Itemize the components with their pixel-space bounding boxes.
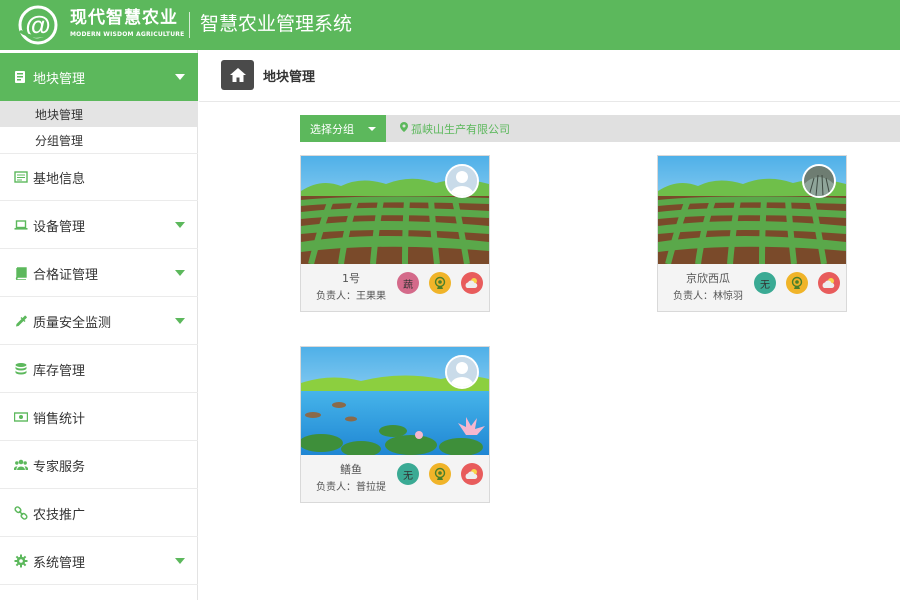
sidebar-item-inventory[interactable]: 库存管理: [0, 346, 198, 393]
book-icon: [14, 266, 28, 280]
app-header: @ 现代智慧农业 MODERN WISDOM AGRICULTURE 智慧农业管…: [0, 0, 900, 50]
gear-icon: [14, 554, 28, 568]
chevron-down-icon: [175, 558, 185, 564]
sidebar-item-label: 基地信息: [33, 171, 86, 187]
home-icon: [229, 68, 246, 82]
sidebar-item-label: 专家服务: [33, 459, 86, 475]
plot-name: 1号: [342, 272, 360, 285]
laptop-icon: [14, 218, 28, 232]
plot-card[interactable]: 京欣西瓜 负责人：林惊羽 无: [657, 155, 847, 312]
divider: [199, 101, 900, 102]
card-footer: 1号 负责人：王果果 蔬: [301, 264, 489, 311]
sub-item-plot-management[interactable]: 地块管理: [0, 101, 198, 127]
sidebar-item-certificate[interactable]: 合格证管理: [0, 250, 198, 297]
sidebar-item-plot-management[interactable]: 地块管理: [0, 53, 198, 101]
plot-card[interactable]: 1号 负责人：王果果 蔬: [300, 155, 490, 312]
chevron-down-icon: [175, 74, 185, 80]
card-footer: 京欣西瓜 负责人：林惊羽 无: [658, 264, 846, 311]
database-icon: [14, 362, 28, 376]
category-badge[interactable]: 无: [754, 272, 776, 294]
users-icon: [14, 458, 28, 472]
camera-icon[interactable]: [429, 463, 451, 485]
avatar: [445, 355, 479, 389]
sidebar-item-label: 合格证管理: [33, 267, 99, 283]
sidebar-item-label: 销售统计: [33, 411, 86, 427]
sidebar-item-label: 库存管理: [33, 363, 86, 379]
sidebar-item-label: 质量安全监测: [33, 315, 112, 331]
sidebar-item-expert[interactable]: 专家服务: [0, 442, 198, 489]
plot-name: 京欣西瓜: [686, 272, 730, 285]
category-badge[interactable]: 蔬: [397, 272, 419, 294]
dropper-icon: [14, 314, 28, 328]
sidebar-item-label: 农技推广: [33, 507, 86, 523]
chevron-down-icon: [175, 270, 185, 276]
plot-owner: 负责人：林惊羽: [673, 291, 743, 302]
company-name: 孤峡山生产有限公司: [411, 122, 510, 136]
map-marker-icon: [400, 122, 408, 135]
header-divider: [189, 12, 190, 38]
page-title: 地块管理: [263, 69, 316, 85]
home-button[interactable]: [221, 60, 254, 90]
sidebar: 地块管理 地块管理 分组管理 基地信息 设备管理 合格证管理 质量安全监测 库存…: [0, 50, 198, 600]
logo-cn: 现代智慧农业: [70, 8, 178, 28]
sidebar-item-device[interactable]: 设备管理: [0, 202, 198, 249]
sidebar-item-label: 系统管理: [33, 555, 86, 571]
company-link[interactable]: 孤峡山生产有限公司: [400, 115, 510, 142]
sidebar-item-system[interactable]: 系统管理: [0, 538, 198, 585]
plot-name: 鳝鱼: [340, 463, 362, 476]
chevron-down-icon: [175, 222, 185, 228]
plot-icon: [13, 70, 27, 84]
category-badge[interactable]: 无: [397, 463, 419, 485]
sidebar-item-label: 地块管理: [33, 71, 86, 87]
plot-owner: 负责人：王果果: [316, 291, 386, 302]
plot-owner: 负责人：普拉提: [316, 482, 386, 493]
card-footer: 鳝鱼 负责人：普拉提 无: [301, 455, 489, 502]
weather-icon[interactable]: [461, 463, 483, 485]
link-icon: [14, 506, 28, 520]
sub-item-group-management[interactable]: 分组管理: [0, 127, 198, 153]
select-group-dropdown[interactable]: 选择分组: [300, 115, 386, 142]
logo-icon: @: [16, 5, 60, 45]
sidebar-item-label: 设备管理: [33, 219, 86, 235]
camera-icon[interactable]: [429, 272, 451, 294]
sidebar-item-quality[interactable]: 质量安全监测: [0, 298, 198, 345]
page-header: 地块管理: [221, 60, 315, 90]
base-info-icon: [14, 170, 28, 184]
avatar: [802, 164, 836, 198]
camera-icon[interactable]: [786, 272, 808, 294]
sidebar-item-sales[interactable]: 销售统计: [0, 394, 198, 441]
logo-en: MODERN WISDOM AGRICULTURE: [70, 31, 185, 38]
sidebar-item-extension[interactable]: 农技推广: [0, 490, 198, 537]
chevron-down-icon: [368, 126, 376, 131]
plot-card[interactable]: 鳝鱼 负责人：普拉提 无: [300, 346, 490, 503]
avatar: [445, 164, 479, 198]
chevron-down-icon: [175, 318, 185, 324]
logo-text: 现代智慧农业 MODERN WISDOM AGRICULTURE: [70, 8, 184, 40]
system-title: 智慧农业管理系统: [200, 13, 353, 35]
filter-bar: 选择分组 孤峡山生产有限公司: [300, 115, 900, 142]
money-icon: [14, 410, 28, 424]
select-group-label: 选择分组: [310, 122, 354, 136]
sidebar-item-base-info[interactable]: 基地信息: [0, 154, 198, 201]
weather-icon[interactable]: [461, 272, 483, 294]
weather-icon[interactable]: [818, 272, 840, 294]
